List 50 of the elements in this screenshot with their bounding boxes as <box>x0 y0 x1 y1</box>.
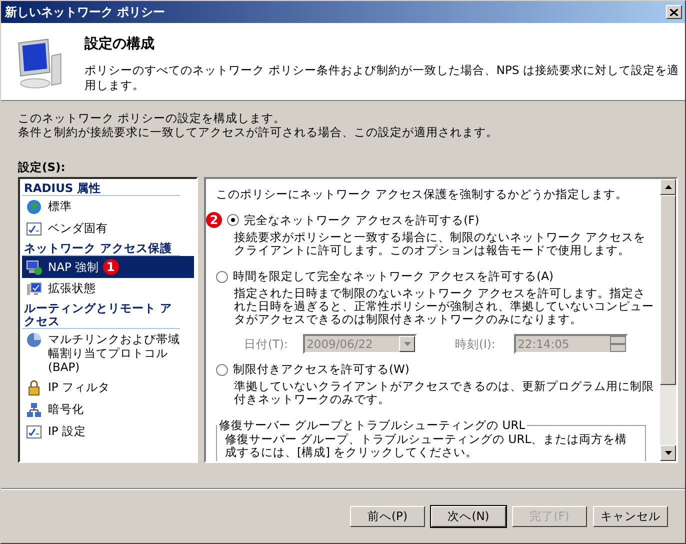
scrollbar[interactable] <box>660 179 676 461</box>
page-heading: 設定の構成 <box>84 35 156 53</box>
group-heading: RADIUS 属性 <box>22 180 180 196</box>
close-icon <box>670 8 678 16</box>
page-description: ポリシーのすべてのネットワーク ポリシー条件および制約が一致した場合、NPS は接続要求に対して設定を適用します。 <box>84 63 680 93</box>
callout-badge: 2 <box>206 212 222 228</box>
close-button[interactable] <box>666 5 682 19</box>
option-label: 完全なネットワーク アクセスを許可する(F) <box>244 212 480 228</box>
settings-item[interactable]: マルチリンクおよび帯域幅割り当てプロトコル (BAP) <box>22 329 194 377</box>
panel-prompt: このポリシーにネットワーク アクセス保護を強制するかどうか指定します。 <box>216 187 629 202</box>
dropdown-arrow-icon <box>404 342 410 346</box>
option-description: 接続要求がポリシーと一致する場合に、制限のないネットワーク アクセスをクライアントに許可します。このオプションは報告モードで使用します。 <box>234 231 647 257</box>
scroll-up-icon <box>664 185 672 189</box>
callout-badge: 1 <box>102 259 119 275</box>
checklist-icon <box>26 221 42 237</box>
intro-text: 条件と制約が接続要求に一致してアクセスが許可される場合、この設定が適用されます。 <box>18 125 499 139</box>
wizard-button[interactable]: キャンセル <box>593 506 668 527</box>
group-heading: ルーティングとリモート アクセス <box>22 300 180 329</box>
settings-item[interactable]: IP フィルタ <box>22 377 194 399</box>
option-description: 準拠していないクライアントがアクセスできるのは、更新プログラム用に制限付きネットワークのみです。 <box>234 380 655 406</box>
window-title: 新しいネットワーク ポリシー <box>5 4 166 20</box>
date-label: 日付(T): <box>244 336 289 352</box>
settings-item[interactable]: 暗号化 <box>22 399 194 421</box>
network-icon <box>26 402 42 418</box>
computer-shield-icon <box>26 259 42 275</box>
pie-disc-icon <box>26 332 42 348</box>
globe-icon <box>26 199 42 215</box>
wizard-button[interactable]: 前へ(P) <box>350 506 425 527</box>
radio-button[interactable] <box>216 364 228 376</box>
spinner-icon <box>610 336 626 352</box>
settings-item[interactable]: 拡張状態 <box>22 278 194 300</box>
radio-button[interactable] <box>216 270 228 282</box>
time-label: 時刻(I): <box>455 336 496 352</box>
checklist-icon <box>26 424 42 440</box>
radio-button[interactable] <box>227 214 239 226</box>
remediation-text: 修復サーバー グループ、トラブルシューティングの URL、または両方を構成するには、[構成] をクリックしてください。 <box>225 433 628 459</box>
settings-item[interactable]: ベンダ固有 <box>22 218 194 240</box>
settings-item[interactable]: IP 設定 <box>22 421 194 443</box>
intro-text: このネットワーク ポリシーの設定を構成します。 <box>18 111 287 125</box>
settings-label: 設定(S): <box>18 160 66 175</box>
monitor-check-icon <box>26 281 42 297</box>
group-title: 修復サーバー グループとトラブルシューティングの URL <box>218 418 526 433</box>
option-label: 制限付きアクセスを許可する(W) <box>233 362 410 377</box>
wizard-button[interactable]: 次へ(N) <box>431 506 506 527</box>
settings-item[interactable]: 標準 <box>22 196 194 218</box>
scroll-down-icon <box>664 451 672 455</box>
option-description: 指定された日時まで制限のないネットワーク アクセスを許可します。指定された日時を過ぎると、正常性ポリシーが強制され、準拠していないコンピュータがアクセスできるのは制限付きネットワークのみになります。 <box>234 287 655 326</box>
settings-item[interactable]: NAP 強制 1 <box>22 256 194 278</box>
padlock-icon <box>26 380 42 396</box>
option-label: 時間を限定して完全なネットワーク アクセスを許可する(A) <box>233 269 554 284</box>
